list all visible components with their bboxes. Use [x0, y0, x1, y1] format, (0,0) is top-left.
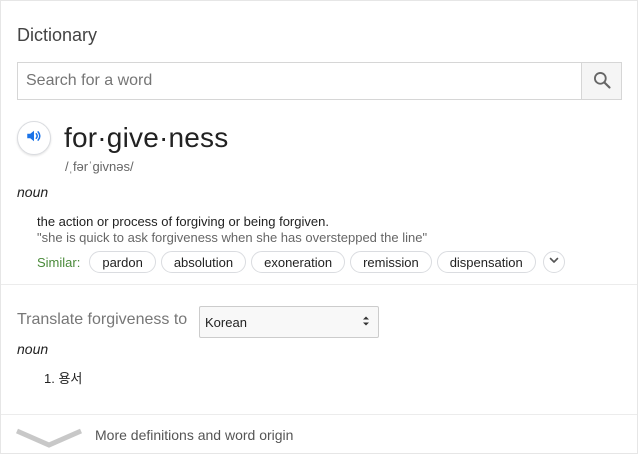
search-input[interactable]	[18, 63, 581, 99]
expand-similar-button[interactable]	[542, 251, 565, 273]
part-of-speech: noun	[17, 184, 49, 200]
phonetic-spelling: /ˌfərˈɡivnəs/	[65, 159, 134, 174]
more-definitions-row[interactable]: More definitions and word origin	[1, 415, 637, 453]
select-arrows-icon	[362, 315, 370, 330]
search-icon	[592, 70, 612, 93]
similar-words-row: Similar: pardon absolution exoneration r…	[37, 250, 565, 274]
headword: for·give·ness	[64, 122, 229, 153]
pronunciation-button[interactable]	[17, 121, 51, 155]
more-definitions-link[interactable]: More definitions and word origin	[95, 427, 293, 443]
search-button[interactable]	[581, 63, 621, 99]
search-box	[17, 62, 622, 100]
similar-word-chip[interactable]: absolution	[160, 251, 247, 273]
chevron-down-icon	[548, 253, 560, 271]
similar-word-chip[interactable]: remission	[350, 251, 432, 273]
translation-part-of-speech: noun	[17, 341, 49, 357]
dictionary-card: Dictionary for·give·ness /ˌfərˈɡivnəs/ n…	[0, 0, 638, 454]
similar-word-chip[interactable]: pardon	[89, 251, 156, 273]
selected-language: Korean	[205, 314, 247, 330]
similar-label: Similar:	[37, 254, 81, 270]
translation-item: 1. 용서	[44, 371, 83, 386]
similar-word-chip[interactable]: dispensation	[436, 251, 536, 273]
dictionary-title: Dictionary	[17, 25, 98, 45]
speaker-icon	[25, 127, 43, 150]
similar-word-chip[interactable]: exoneration	[251, 251, 346, 273]
definition-text: the action or process of forgiving or be…	[37, 214, 329, 229]
translate-label: Translate forgiveness to	[17, 311, 188, 328]
language-select[interactable]: Korean	[199, 306, 379, 338]
section-divider	[1, 284, 637, 285]
example-sentence: "she is quick to ask forgiveness when sh…	[37, 230, 428, 245]
chevron-down-icon	[15, 425, 83, 454]
